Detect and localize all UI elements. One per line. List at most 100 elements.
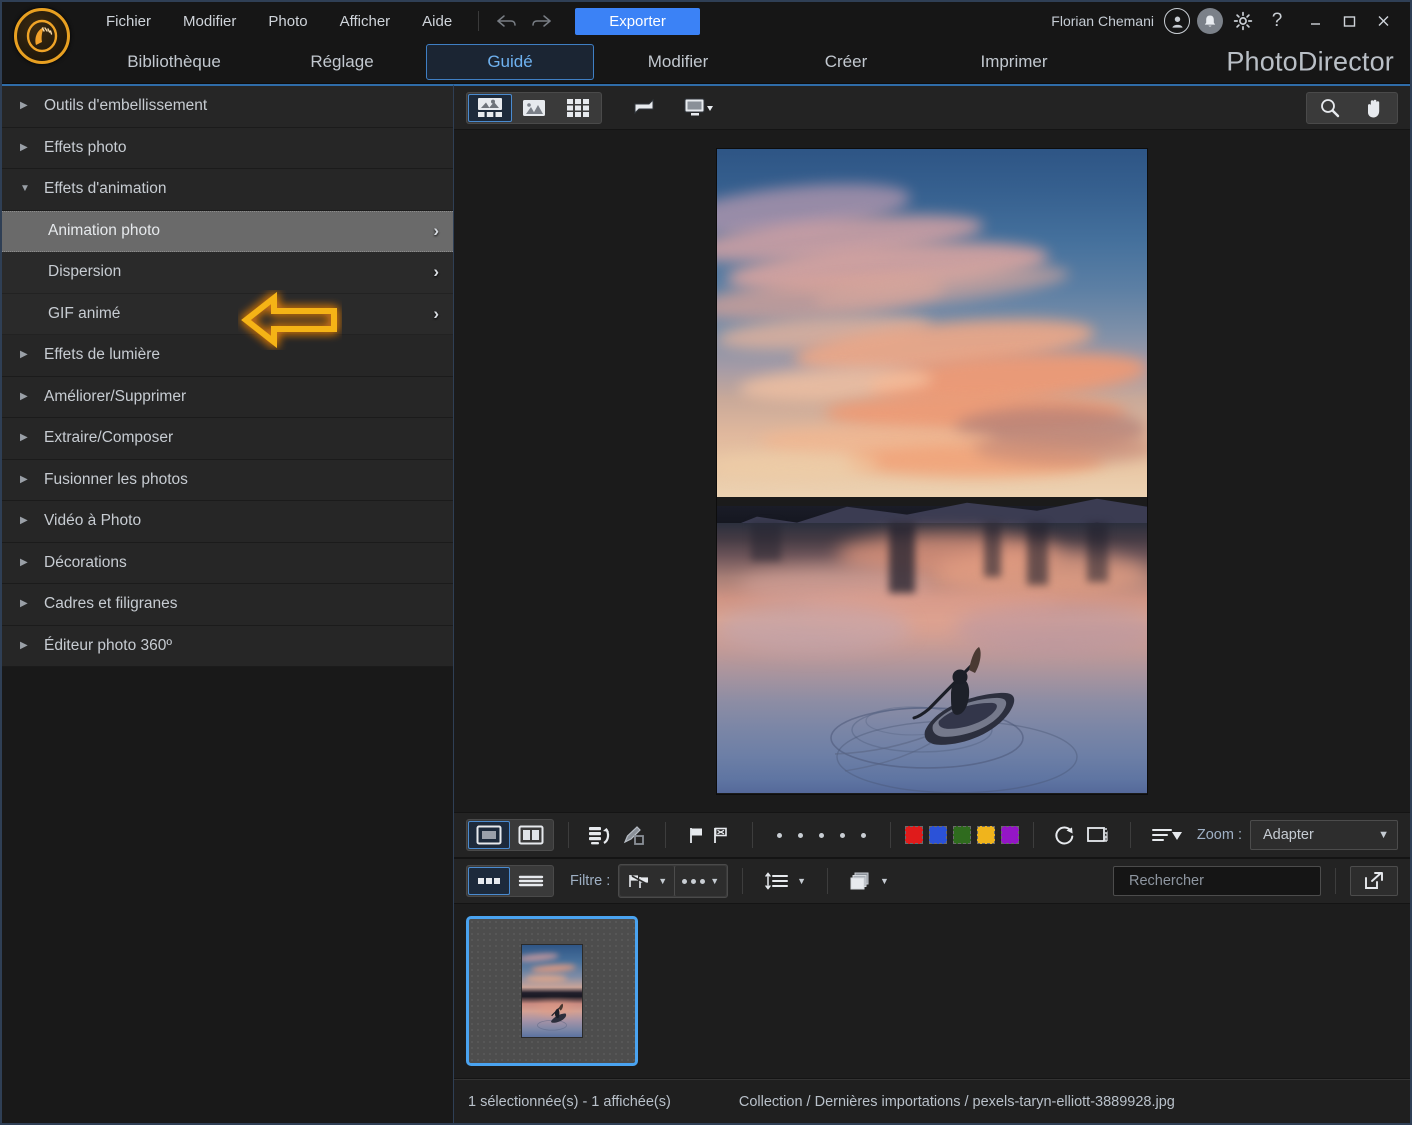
sidebar-item-label: Outils d'embellissement <box>44 97 207 115</box>
chevron-right-icon: › <box>433 304 439 324</box>
filter-group: ▼ ▼ <box>618 864 728 898</box>
apply-settings-icon[interactable] <box>583 821 617 849</box>
tab-bibliotheque[interactable]: Bibliothèque <box>90 45 258 79</box>
search-input[interactable] <box>1129 873 1316 889</box>
toolbar-divider <box>1335 868 1336 894</box>
menu-aide[interactable]: Aide <box>406 7 468 36</box>
flip-mirror-icon[interactable] <box>1082 821 1116 849</box>
sidebar-item-effets-photo[interactable]: ▶ Effets photo <box>2 128 453 170</box>
menu-afficher[interactable]: Afficher <box>324 7 407 36</box>
sidebar-item-cadres-filigranes[interactable]: ▶ Cadres et filigranes <box>2 584 453 626</box>
photo-action-toolbar: Zoom : Adapter ▼ <box>454 812 1410 858</box>
chevron-right-icon: › <box>433 262 439 282</box>
chevron-right-icon: ▶ <box>20 599 36 609</box>
chevron-right-icon: ▶ <box>20 392 36 402</box>
settings-gear-icon[interactable] <box>1230 8 1256 34</box>
maximize-button[interactable] <box>1332 6 1366 36</box>
undo-icon[interactable] <box>495 11 517 31</box>
sidebar-item-decorations[interactable]: ▶ Décorations <box>2 543 453 585</box>
photo-viewer[interactable] <box>454 130 1410 812</box>
chevron-right-icon: ▶ <box>20 475 36 485</box>
sidebar-item-animation-photo[interactable]: Animation photo › <box>2 211 453 253</box>
star-rating-control[interactable] <box>767 833 876 838</box>
tab-imprimer[interactable]: Imprimer <box>930 45 1098 79</box>
sidebar-item-label: Dispersion <box>48 263 121 281</box>
single-compare-button[interactable] <box>468 821 510 849</box>
color-label-purple[interactable] <box>1001 826 1019 844</box>
user-name-label: Florian Chemani <box>1051 13 1154 29</box>
color-label-yellow[interactable] <box>977 826 995 844</box>
star-2[interactable] <box>798 833 803 838</box>
sidebar-item-label: Vidéo à Photo <box>44 512 141 530</box>
edit-pencil-icon[interactable] <box>617 821 651 849</box>
rating-filter-dropdown[interactable]: ▼ <box>674 866 726 896</box>
account-avatar-icon[interactable] <box>1164 8 1190 34</box>
grid-view-button[interactable] <box>556 94 600 122</box>
before-after-icon[interactable] <box>626 93 666 123</box>
chevron-down-icon: ▼ <box>1378 829 1389 841</box>
close-button[interactable] <box>1366 6 1400 36</box>
photo-thumbnail[interactable] <box>466 916 638 1066</box>
expand-browser-button[interactable] <box>1350 866 1398 896</box>
single-photo-view-button[interactable] <box>512 94 556 122</box>
sidebar-item-extraire-composer[interactable]: ▶ Extraire/Composer <box>2 418 453 460</box>
sidebar-item-outils-embellissement[interactable]: ▶ Outils d'embellissement <box>2 86 453 128</box>
sidebar-item-effets-animation[interactable]: ▼ Effets d'animation <box>2 169 453 211</box>
sidebar-item-label: GIF animé <box>48 305 120 323</box>
rotate-right-icon[interactable] <box>1048 821 1082 849</box>
star-3[interactable] <box>819 833 824 838</box>
color-label-red[interactable] <box>905 826 923 844</box>
color-label-group <box>905 826 1019 844</box>
menu-fichier[interactable]: Fichier <box>90 7 167 36</box>
filmstrip-view-button[interactable] <box>468 94 512 122</box>
display-monitor-icon[interactable] <box>678 93 718 123</box>
chevron-down-icon: ▼ <box>880 876 889 886</box>
help-question-icon[interactable]: ? <box>1264 8 1290 34</box>
chevron-right-icon: ▶ <box>20 516 36 526</box>
sidebar-item-ameliorer-supprimer[interactable]: ▶ Améliorer/Supprimer <box>2 377 453 419</box>
status-bar: 1 sélectionnée(s) - 1 affichée(s) Collec… <box>454 1079 1410 1123</box>
zoom-level-dropdown[interactable]: Adapter ▼ <box>1250 820 1398 850</box>
sort-criteria-dropdown[interactable]: ▼ <box>757 866 813 896</box>
flag-filter-dropdown[interactable]: ▼ <box>620 866 674 896</box>
sidebar-item-video-a-photo[interactable]: ▶ Vidéo à Photo <box>2 501 453 543</box>
export-button[interactable]: Exporter <box>575 8 700 35</box>
filter-star-2 <box>691 879 696 884</box>
redo-icon[interactable] <box>531 11 553 31</box>
tab-modifier[interactable]: Modifier <box>594 45 762 79</box>
sidebar-item-fusionner-photos[interactable]: ▶ Fusionner les photos <box>2 460 453 502</box>
star-4[interactable] <box>840 833 845 838</box>
detail-list-toggle[interactable] <box>510 867 552 895</box>
color-label-blue[interactable] <box>929 826 947 844</box>
sidebar-item-label: Animation photo <box>48 222 160 240</box>
sidebar-empty-area <box>2 667 453 1079</box>
star-5[interactable] <box>861 833 866 838</box>
search-box[interactable] <box>1113 866 1321 896</box>
chevron-down-icon: ▼ <box>20 184 36 194</box>
star-1[interactable] <box>777 833 782 838</box>
toolbar-divider <box>665 822 666 848</box>
tab-reglage[interactable]: Réglage <box>258 45 426 79</box>
notifications-bell-icon[interactable] <box>1197 8 1223 34</box>
toolbar-divider <box>568 822 569 848</box>
minimize-button[interactable] <box>1298 6 1332 36</box>
tab-guide[interactable]: Guidé <box>426 44 594 80</box>
sidebar-item-effets-lumiere[interactable]: ▶ Effets de lumière <box>2 335 453 377</box>
menu-modifier[interactable]: Modifier <box>167 7 252 36</box>
sidebar-item-gif-anime[interactable]: GIF animé › <box>2 294 453 336</box>
magnifier-icon[interactable] <box>1308 94 1352 122</box>
photo-browser-filmstrip[interactable] <box>454 904 1410 1079</box>
tab-creer[interactable]: Créer <box>762 45 930 79</box>
hand-pan-icon[interactable] <box>1352 94 1396 122</box>
module-tab-bar: Bibliothèque Réglage Guidé Modifier Crée… <box>2 40 1410 84</box>
sort-order-dropdown[interactable] <box>1145 821 1189 849</box>
dual-compare-button[interactable] <box>510 821 552 849</box>
stack-view-dropdown[interactable]: ▼ <box>842 866 896 896</box>
menu-photo[interactable]: Photo <box>252 7 323 36</box>
thumbnail-grid-toggle[interactable] <box>468 867 510 895</box>
main-photo[interactable] <box>717 149 1147 794</box>
sidebar-item-editeur-photo-360[interactable]: ▶ Éditeur photo 360º <box>2 626 453 668</box>
color-label-green[interactable] <box>953 826 971 844</box>
flag-reject-icon[interactable] <box>704 821 738 849</box>
sidebar-item-dispersion[interactable]: Dispersion › <box>2 252 453 294</box>
